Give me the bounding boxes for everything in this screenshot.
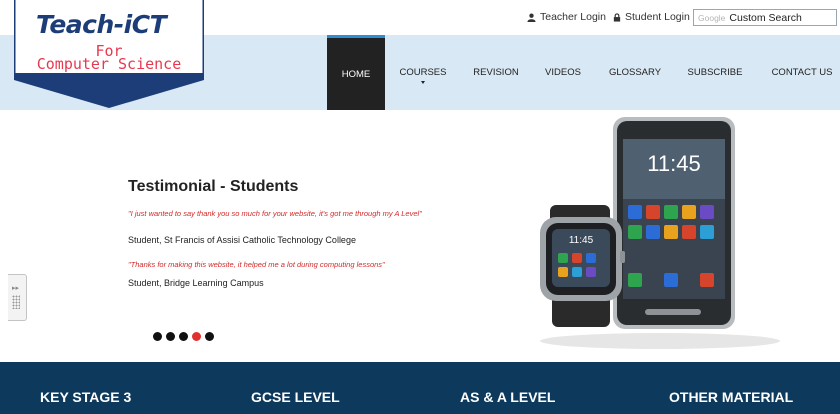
search-input[interactable]: Google Custom Search bbox=[693, 9, 837, 26]
slider-dot[interactable] bbox=[192, 332, 201, 341]
nav-videos[interactable]: VIDEOS bbox=[537, 35, 589, 110]
search-placeholder: Custom Search bbox=[729, 11, 802, 24]
category-a-level[interactable]: AS & A LEVEL bbox=[460, 389, 555, 405]
nav-glossary[interactable]: GLOSSARY bbox=[604, 35, 666, 110]
nav-contact[interactable]: CONTACT US bbox=[764, 35, 840, 110]
side-panel-toggle[interactable]: ▸▸ bbox=[8, 274, 27, 321]
logo-subtitle: Computer Science bbox=[36, 55, 182, 73]
nav-home-label: HOME bbox=[341, 68, 371, 80]
slider-dot[interactable] bbox=[153, 332, 162, 341]
teacher-login-label: Teacher Login bbox=[540, 11, 606, 23]
phone-clock: 11:45 bbox=[647, 151, 700, 176]
testimonial-title: Testimonial - Students bbox=[128, 178, 299, 195]
nav-videos-label: VIDEOS bbox=[545, 67, 581, 78]
testimonial-author-2: Student, Bridge Learning Campus bbox=[128, 278, 264, 288]
slider-dot[interactable] bbox=[179, 332, 188, 341]
lock-icon bbox=[613, 12, 621, 22]
student-login-link[interactable]: Student Login bbox=[613, 11, 690, 23]
grip-icon bbox=[12, 295, 20, 309]
nav-contact-label: CONTACT US bbox=[771, 67, 833, 78]
user-icon bbox=[527, 13, 536, 22]
testimonial-quote-1: "I just wanted to say thank you so much … bbox=[128, 209, 422, 218]
search-brand: Google bbox=[698, 12, 726, 23]
category-other-material[interactable]: OTHER MATERIAL bbox=[669, 389, 793, 405]
site-logo[interactable]: Teach-iCT For Computer Science bbox=[14, 0, 204, 110]
testimonial-quote-2: "Thanks for making this website, it help… bbox=[128, 260, 385, 269]
testimonial-author-1: Student, St Francis of Assisi Catholic T… bbox=[128, 235, 356, 245]
nav-home[interactable]: HOME bbox=[327, 35, 385, 110]
nav-revision[interactable]: REVISION bbox=[466, 35, 526, 110]
category-bar bbox=[0, 362, 840, 414]
student-login-label: Student Login bbox=[625, 11, 690, 23]
nav-courses-label: COURSES bbox=[399, 67, 447, 78]
logo-title: Teach-iCT bbox=[36, 10, 167, 39]
nav-courses[interactable]: COURSES bbox=[394, 35, 452, 110]
slider-dot[interactable] bbox=[205, 332, 214, 341]
category-key-stage-3[interactable]: KEY STAGE 3 bbox=[40, 389, 131, 405]
nav-revision-label: REVISION bbox=[473, 67, 519, 78]
double-chevron-right-icon: ▸▸ bbox=[12, 285, 20, 292]
watch-clock: 11:45 bbox=[569, 235, 594, 246]
devices-image: 11:45 11:45 bbox=[540, 117, 780, 349]
nav-subscribe[interactable]: SUBSCRIBE bbox=[682, 35, 748, 110]
slider-dots bbox=[153, 332, 214, 341]
category-gcse[interactable]: GCSE LEVEL bbox=[251, 389, 340, 405]
nav-subscribe-label: SUBSCRIBE bbox=[687, 67, 743, 78]
teacher-login-link[interactable]: Teacher Login bbox=[527, 11, 606, 23]
slider-dot[interactable] bbox=[166, 332, 175, 341]
chevron-down-icon bbox=[421, 81, 425, 84]
nav-glossary-label: GLOSSARY bbox=[608, 67, 662, 78]
